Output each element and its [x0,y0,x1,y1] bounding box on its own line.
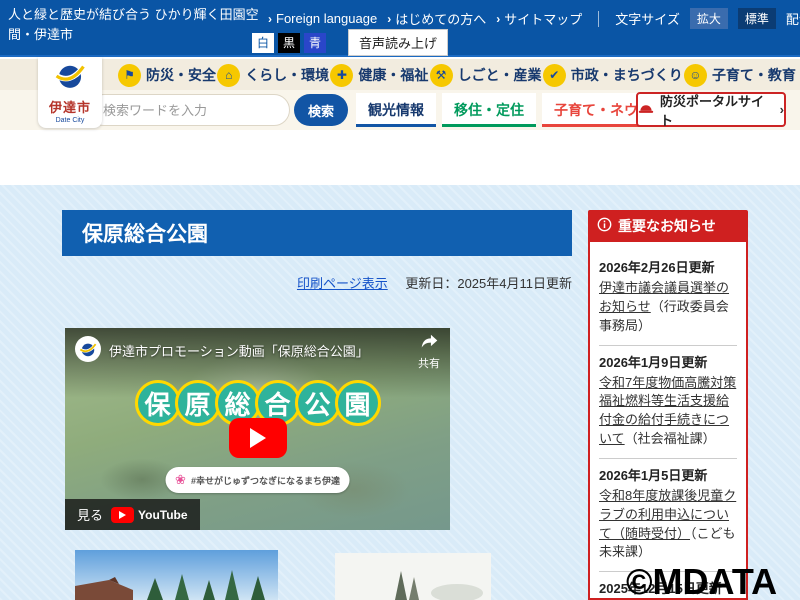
top-links: ›Foreign language ›はじめての方へ ›サイトマップ 文字サイズ… [268,8,800,29]
important-notices-panel: 重要なお知らせ 2026年2月26日更新 伊達市議会議員選挙のお知らせ（行政委員… [588,210,748,600]
medical-cross-icon: ✚ [330,64,353,87]
notice-dept: （社会福祉課） [625,431,716,446]
channel-avatar[interactable] [75,336,101,362]
share-button[interactable]: 共有 [418,334,440,371]
play-button[interactable] [229,418,287,458]
link-foreign-language[interactable]: ›Foreign language [268,11,377,26]
city-name-en: Date City [56,117,85,124]
contrast-blue-button[interactable]: 青 [304,33,326,53]
siren-icon [638,101,654,119]
font-standard-button[interactable]: 標準 [738,8,776,29]
breadcrumb-band: 現在地 トップページ ▶ 分類でさがす ▶ くらし・環境 ▶ 公共施設・交通機関… [0,130,800,185]
chevron-right-icon: › [496,12,500,26]
city-logo-mark-icon [54,61,86,96]
child-face-icon: ☺ [684,64,707,87]
flower-logo-icon: ❀ [175,472,186,488]
link-first-time[interactable]: ›はじめての方へ [387,9,486,28]
city-logo[interactable]: 伊達市 Date City [38,57,102,128]
watermark: ©MDATA [626,561,777,600]
link-sitemap[interactable]: ›サイトマップ [496,9,582,28]
main-navigation: ⚑防災・安全 ⌂くらし・環境 ✚健康・福祉 ⚒しごと・産業 ✔市政・まちづくり … [118,61,796,89]
bubble-char: 保 [135,380,181,426]
font-size-label: 文字サイズ [615,9,680,28]
city-name: 伊達市 [49,97,91,116]
city-catchphrase: 人と緑と歴史が結び合う ひかり輝く田園空間・伊達市 [8,5,266,45]
chevron-right-icon: › [387,12,391,26]
notices-header: 重要なお知らせ [588,210,748,242]
search-input[interactable] [88,94,290,126]
notice-date: 2026年1月5日更新 [599,465,737,484]
work-tools-icon: ⚒ [430,64,453,87]
disaster-portal-button[interactable]: 防災ポータルサイト › [636,92,786,127]
updated-date: 更新日：2025年4月11日更新 [405,276,572,291]
nav-item-kurashi[interactable]: ⌂くらし・環境 [217,64,329,87]
page-meta: 印刷ページ表示 更新日：2025年4月11日更新 [62,273,572,292]
nav-item-bousai[interactable]: ⚑防災・安全 [118,64,216,87]
contrast-buttons: 白 黒 青 音声読み上げ [252,29,448,56]
quick-link-tabs: 観光情報 移住・定住 子育て・ネウボラ [356,93,678,127]
notices-title: 重要なお知らせ [618,216,716,236]
divider [598,11,599,27]
bubble-char: 公 [295,380,341,426]
nav-item-shisei[interactable]: ✔市政・まちづくり [543,64,683,87]
watch-on-youtube-button[interactable]: 見る YouTube [65,499,200,530]
share-arrow-icon [421,334,438,354]
chevron-right-icon: › [780,102,784,117]
nav-item-kenkou[interactable]: ✚健康・福祉 [330,64,428,87]
tab-kankou[interactable]: 観光情報 [356,93,436,127]
nav-item-shigoto[interactable]: ⚒しごと・産業 [430,64,542,87]
page-title: 保原総合公園 [62,210,572,256]
nav-item-kosodate[interactable]: ☺子育て・教育 [684,64,796,87]
date-city-webpage: 人と緑と歴史が結び合う ひかり輝く田園空間・伊達市 ›Foreign langu… [0,0,800,600]
notice-item: 2026年1月5日更新 令和8年度放課後児童クラブの利用申込について（随時受付）… [599,459,737,572]
color-scheme-label: 配色 [786,9,800,28]
youtube-logo-icon: YouTube [111,507,188,523]
chevron-right-icon: › [268,12,272,26]
info-icon [597,217,612,235]
search-button[interactable]: 検索 [294,94,348,126]
notices-list: 2026年2月26日更新 伊達市議会議員選挙のお知らせ（行政委員会事務局） 20… [588,242,748,600]
video-title[interactable]: 伊達市プロモーション動画「保原総合公園」 [109,341,369,360]
font-zoom-button[interactable]: 拡大 [690,8,728,29]
bubble-char: 園 [335,380,381,426]
youtube-video-player[interactable]: 伊達市プロモーション動画「保原総合公園」 共有 保 原 総 合 公 園 ❀ #幸… [65,328,450,530]
print-page-link[interactable]: 印刷ページ表示 [297,276,388,291]
house-icon: ⌂ [217,64,240,87]
park-photo-2 [335,553,491,600]
notice-date: 2026年2月26日更新 [599,257,737,276]
notice-item: 2026年2月26日更新 伊達市議会議員選挙のお知らせ（行政委員会事務局） [599,251,737,346]
notice-date: 2026年1月9日更新 [599,352,737,371]
notice-item: 2026年1月9日更新 令和7年度物価高騰対策福祉燃料等生活支援給付金の給付手続… [599,346,737,459]
play-icon [250,428,266,448]
park-photo [75,550,278,600]
hashtag-badge: ❀ #幸せがじゅずつなぎになるまち伊達 [165,467,350,493]
contrast-black-button[interactable]: 黒 [278,33,300,53]
bubble-char: 原 [175,380,221,426]
contrast-white-button[interactable]: 白 [252,33,274,53]
text-to-speech-button[interactable]: 音声読み上げ [348,29,448,56]
top-utility-bar: 人と緑と歴史が結び合う ひかり輝く田園空間・伊達市 ›Foreign langu… [0,0,800,57]
tab-ijuu[interactable]: 移住・定住 [442,93,536,127]
flag-icon: ⚑ [118,64,141,87]
city-hall-icon: ✔ [543,64,566,87]
hashtag-text: #幸せがじゅずつなぎになるまち伊達 [191,474,340,487]
